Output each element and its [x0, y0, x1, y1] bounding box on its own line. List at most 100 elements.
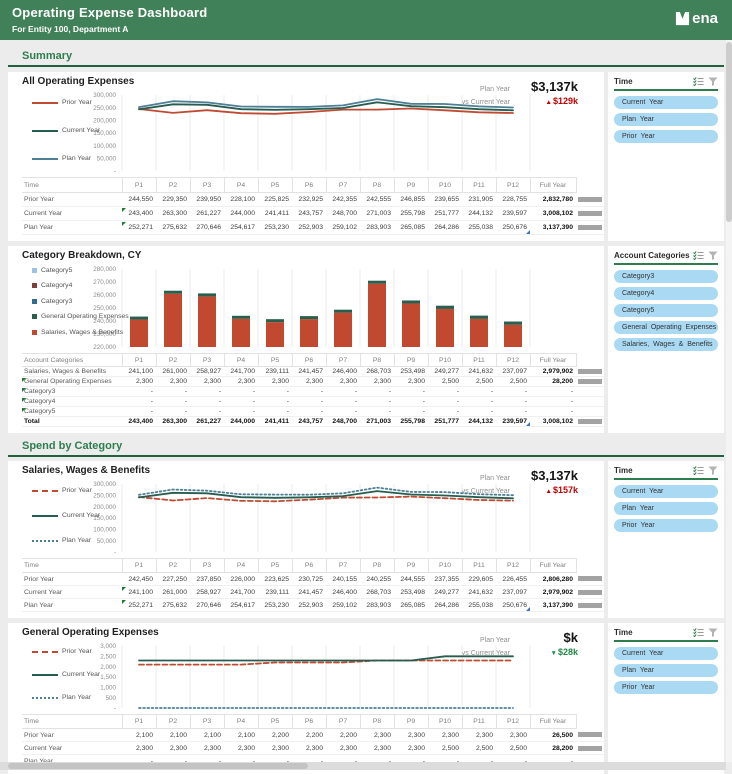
cell[interactable]: 255,798 [394, 416, 428, 427]
full-year-cell[interactable]: 3,137,390 [530, 598, 576, 612]
filter-pill-category4[interactable]: Category4 [614, 287, 718, 300]
cell[interactable]: 259,102 [326, 220, 360, 235]
cell[interactable]: 239,111 [258, 585, 292, 599]
cell[interactable]: 254,617 [224, 598, 258, 612]
cell[interactable]: 239,950 [190, 192, 224, 207]
cell[interactable]: - [428, 406, 462, 417]
cell[interactable]: 2,300 [394, 728, 428, 742]
cell[interactable]: - [258, 406, 292, 417]
cell[interactable]: 248,700 [326, 416, 360, 427]
full-year-cell[interactable]: - [530, 406, 576, 417]
cell[interactable]: 2,500 [428, 376, 462, 387]
cell[interactable]: - [462, 386, 496, 397]
cell[interactable]: 229,350 [156, 192, 190, 207]
cell[interactable]: - [326, 406, 360, 417]
cell[interactable]: 252,271 [122, 598, 156, 612]
horizontal-scrollbar-thumb[interactable] [8, 763, 308, 769]
cell[interactable]: - [156, 406, 190, 417]
full-year-cell[interactable]: 2,979,902 [530, 585, 576, 599]
cell[interactable]: 2,300 [360, 741, 394, 755]
cell[interactable]: - [156, 386, 190, 397]
cell[interactable]: 243,757 [292, 206, 326, 221]
filter-pill-general-operating-expenses[interactable]: General Operating Expenses [614, 321, 718, 334]
cell[interactable]: 261,227 [190, 206, 224, 221]
cell[interactable]: 2,300 [122, 376, 156, 387]
cell[interactable]: 226,455 [496, 572, 530, 586]
filter-pill-salaries-wages-benefits[interactable]: Salaries, Wages & Benefits [614, 338, 718, 351]
cell[interactable]: 253,498 [394, 585, 428, 599]
full-year-cell[interactable]: 2,832,780 [530, 192, 576, 207]
cell[interactable]: 226,000 [224, 572, 258, 586]
cell[interactable]: 228,100 [224, 192, 258, 207]
cell[interactable]: 244,550 [122, 192, 156, 207]
cell[interactable]: 241,700 [224, 585, 258, 599]
filter-pill-current-year[interactable]: Current Year [614, 647, 718, 660]
cell[interactable]: 2,500 [496, 376, 530, 387]
cell[interactable]: 270,646 [190, 598, 224, 612]
cell[interactable]: 241,457 [292, 366, 326, 377]
cell[interactable]: 243,400 [122, 416, 156, 427]
cell[interactable]: 255,038 [462, 598, 496, 612]
full-year-cell[interactable]: 3,008,102 [530, 206, 576, 221]
cell[interactable]: 283,903 [360, 220, 394, 235]
cell[interactable]: 2,200 [258, 728, 292, 742]
cell[interactable]: 2,300 [394, 376, 428, 387]
cell[interactable]: 258,927 [190, 366, 224, 377]
cell[interactable]: 252,271 [122, 220, 156, 235]
cell[interactable]: - [224, 406, 258, 417]
cell[interactable]: 244,555 [394, 572, 428, 586]
vertical-scrollbar-thumb[interactable] [726, 42, 732, 222]
cell[interactable]: 231,905 [462, 192, 496, 207]
cell[interactable]: - [224, 386, 258, 397]
cell[interactable]: 2,200 [326, 728, 360, 742]
cell[interactable]: - [292, 396, 326, 407]
filter-pill-prior-year[interactable]: Prior Year [614, 519, 718, 532]
cell[interactable]: 2,300 [224, 376, 258, 387]
cell[interactable]: 2,300 [428, 728, 462, 742]
cell[interactable]: 264,286 [428, 598, 462, 612]
cell[interactable]: 2,300 [258, 741, 292, 755]
cell[interactable]: 251,777 [428, 416, 462, 427]
cell[interactable]: 275,632 [156, 598, 190, 612]
cell[interactable]: 252,903 [292, 220, 326, 235]
cell[interactable]: 240,255 [360, 572, 394, 586]
cell[interactable]: 239,597 [496, 206, 530, 221]
full-year-cell[interactable]: 3,137,390 [530, 220, 576, 235]
cell[interactable]: 261,227 [190, 416, 224, 427]
cell[interactable]: - [258, 396, 292, 407]
cell[interactable]: - [326, 396, 360, 407]
cell[interactable]: 268,703 [360, 585, 394, 599]
full-year-cell[interactable]: - [530, 386, 576, 397]
cell[interactable]: 265,085 [394, 598, 428, 612]
cell[interactable]: - [360, 396, 394, 407]
cell[interactable]: - [394, 386, 428, 397]
cell[interactable]: 2,300 [190, 741, 224, 755]
cell[interactable]: - [190, 386, 224, 397]
multi-select-icon[interactable] [693, 466, 704, 475]
cell[interactable]: 237,850 [190, 572, 224, 586]
cell[interactable]: 2,100 [190, 728, 224, 742]
clear-filter-icon[interactable] [708, 628, 718, 637]
cell[interactable]: - [428, 386, 462, 397]
cell[interactable]: 271,003 [360, 206, 394, 221]
cell[interactable]: 241,411 [258, 416, 292, 427]
cell[interactable]: 241,100 [122, 585, 156, 599]
full-year-cell[interactable]: 28,200 [530, 376, 576, 387]
cell[interactable]: - [258, 386, 292, 397]
cell[interactable]: 2,300 [326, 741, 360, 755]
cell[interactable]: - [496, 406, 530, 417]
cell[interactable]: - [496, 396, 530, 407]
cell[interactable]: - [394, 396, 428, 407]
horizontal-scrollbar[interactable] [0, 762, 726, 770]
cell[interactable]: 2,500 [428, 741, 462, 755]
cell[interactable]: 241,100 [122, 366, 156, 377]
filter-pill-category3[interactable]: Category3 [614, 270, 718, 283]
cell[interactable]: 2,100 [224, 728, 258, 742]
cell[interactable]: - [496, 386, 530, 397]
clear-filter-icon[interactable] [708, 77, 718, 86]
cell[interactable]: 237,355 [428, 572, 462, 586]
cell[interactable]: 241,457 [292, 585, 326, 599]
cell[interactable]: - [156, 396, 190, 407]
cell[interactable]: 239,597 [496, 416, 530, 427]
cell[interactable]: 227,250 [156, 572, 190, 586]
